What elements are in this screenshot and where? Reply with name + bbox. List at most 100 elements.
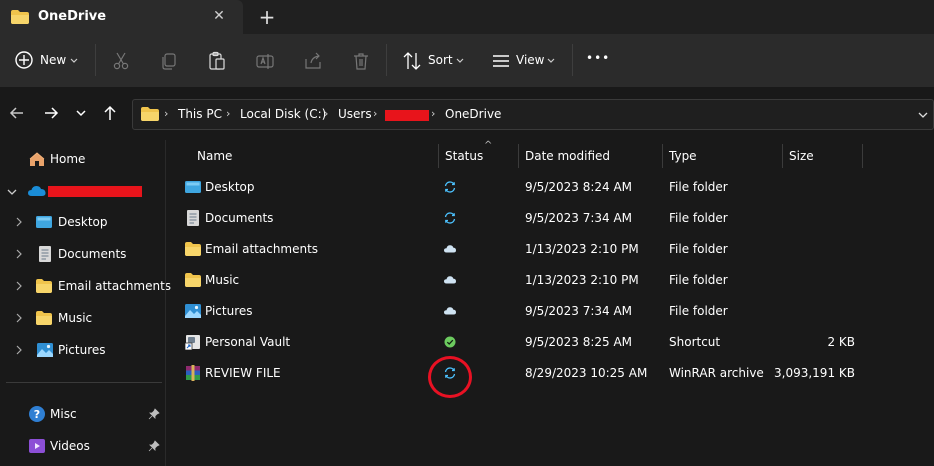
up-arrow-icon[interactable] [99,102,121,124]
sidebar-item-label: Music [58,311,93,325]
sidebar-item-home[interactable]: Home [0,146,164,172]
shortcut-icon [185,335,200,350]
new-tab-button[interactable]: + [258,7,276,27]
file-date-modified: 8/29/2023 10:25 AM [525,366,648,380]
file-row-personal-vault[interactable]: Personal Vault 9/5/2023 8:25 AM Shortcut… [176,327,876,357]
file-date-modified: 9/5/2023 7:34 AM [525,304,633,318]
column-header-status[interactable]: Status [445,149,483,163]
folder-icon [36,279,52,293]
file-type: WinRAR archive [669,366,764,380]
pin-icon[interactable] [148,408,160,420]
sidebar-divider [6,382,162,383]
chevron-down-icon[interactable] [918,111,928,119]
copy-icon[interactable] [159,51,179,71]
file-type: File folder [669,242,728,256]
view-list-icon [493,55,509,67]
column-separator[interactable] [862,144,863,168]
available-checkmark-icon [444,336,456,348]
pane-divider[interactable] [165,140,166,466]
sidebar-item-misc[interactable]: ? Misc [0,401,164,427]
sidebar-item-desktop[interactable]: Desktop [0,209,164,235]
file-row-music[interactable]: Music 1/13/2023 2:10 PM File folder [176,265,876,295]
delete-icon[interactable] [351,51,371,71]
file-date-modified: 9/5/2023 7:34 AM [525,211,633,225]
address-bar[interactable]: › This PC › Local Disk (C:) › Users › › … [132,99,934,130]
view-label: View [516,53,545,67]
sidebar-item-label: Videos [50,439,90,453]
back-arrow-icon[interactable] [6,102,28,124]
recent-locations-chevron-icon[interactable] [70,102,92,124]
file-row-email-attachments[interactable]: Email attachments 1/13/2023 2:10 PM File… [176,234,876,264]
file-type: File folder [669,304,728,318]
home-icon [29,152,45,166]
file-row-review-file[interactable]: REVIEW FILE 8/29/2023 10:25 AM WinRAR ar… [176,358,876,388]
column-header-size[interactable]: Size [789,149,814,163]
breadcrumb-local-disk[interactable]: Local Disk (C:) [240,107,326,121]
cloud-only-icon [444,245,456,253]
folder-icon [11,10,29,24]
file-row-documents[interactable]: Documents 9/5/2023 7:34 AM File folder [176,203,876,233]
forward-arrow-icon[interactable] [40,102,62,124]
column-separator[interactable] [518,144,519,168]
sidebar-item-label: Documents [58,247,127,261]
cut-icon[interactable] [111,51,131,71]
toolbar-separator [95,44,96,76]
sidebar-item-videos[interactable]: Videos [0,433,164,459]
column-header-date-modified[interactable]: Date modified [525,149,610,163]
file-type: Shortcut [669,335,721,349]
chevron-right-icon[interactable] [14,344,24,356]
more-options-button[interactable]: ••• [586,51,610,65]
breadcrumb-onedrive[interactable]: OneDrive [445,107,501,121]
documents-icon [39,246,51,262]
file-name: Personal Vault [205,335,291,349]
chevron-down-icon[interactable] [7,186,17,198]
column-header-name[interactable]: Name [197,149,232,163]
new-button[interactable]: New [14,34,84,87]
file-date-modified: 9/5/2023 8:25 AM [525,335,633,349]
rename-icon[interactable] [255,51,275,71]
chevron-right-icon[interactable] [14,312,24,324]
sidebar-item-documents[interactable]: Documents [0,241,164,267]
chevron-down-icon [456,58,464,63]
view-button[interactable]: View [491,34,561,87]
sidebar-item-pictures[interactable]: Pictures [0,337,164,363]
sidebar-item-label: Home [50,152,86,166]
redacted-account-name [48,186,142,197]
breadcrumb-users[interactable]: Users [338,107,372,121]
red-annotation-circle [428,356,472,398]
column-separator[interactable] [662,144,663,168]
paste-icon[interactable] [207,51,227,71]
chevron-right-icon[interactable] [14,248,24,260]
documents-icon [187,210,199,226]
toolbar-separator [386,44,387,76]
file-type: File folder [669,273,728,287]
plus-circle-icon [15,51,33,69]
file-row-desktop[interactable]: Desktop 9/5/2023 8:24 AM File folder [176,172,876,202]
file-name: Pictures [205,304,253,318]
sort-button[interactable]: Sort [402,34,472,87]
close-tab-button[interactable]: ✕ [211,8,227,24]
file-row-pictures[interactable]: Pictures 9/5/2023 7:34 AM File folder [176,296,876,326]
pin-icon[interactable] [148,440,160,452]
videos-icon [29,439,45,453]
chevron-right-icon[interactable] [14,280,24,292]
column-separator[interactable] [438,144,439,168]
column-separator[interactable] [782,144,783,168]
sidebar-item-music[interactable]: Music [0,305,164,331]
tab-title: OneDrive [38,9,107,24]
sort-label: Sort [428,53,453,67]
tab-onedrive[interactable]: OneDrive ✕ [0,0,243,34]
sort-ascending-icon: ^ [484,140,493,151]
file-name: Desktop [205,180,255,194]
breadcrumb-this-pc[interactable]: This PC [178,107,222,121]
sidebar-item-onedrive[interactable] [0,178,164,204]
winrar-archive-icon [186,365,200,381]
file-name: Email attachments [205,242,319,256]
sidebar-item-label: Pictures [58,343,106,357]
sidebar-item-email-attachments[interactable]: Email attachments [0,273,171,299]
column-header-type[interactable]: Type [669,149,697,163]
file-date-modified: 1/13/2023 2:10 PM [525,242,639,256]
share-icon[interactable] [303,51,323,71]
sidebar-item-label: Email attachments [58,279,172,293]
chevron-right-icon[interactable] [14,216,24,228]
